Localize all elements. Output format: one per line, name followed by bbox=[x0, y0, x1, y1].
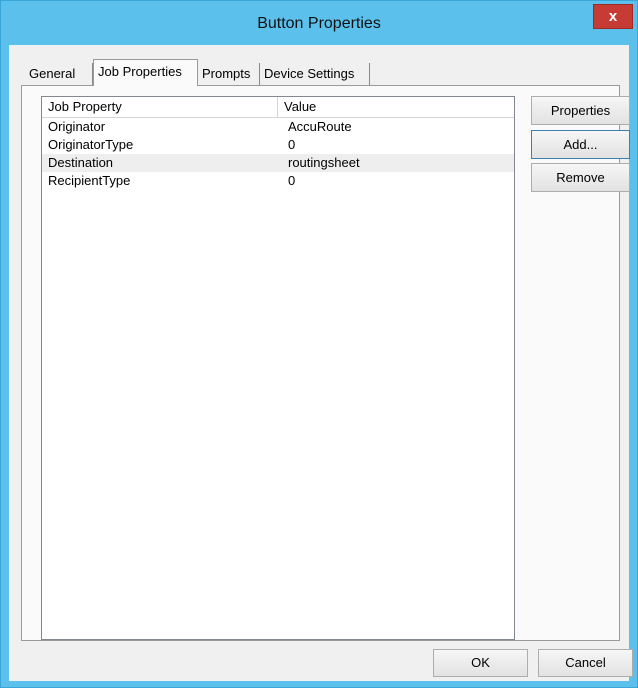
tab-prompts[interactable]: Prompts bbox=[198, 63, 260, 85]
job-properties-list[interactable]: Job Property Value Originator AccuRoute … bbox=[41, 96, 515, 640]
dialog-window: Button Properties x General Job Properti… bbox=[0, 0, 638, 688]
ok-button[interactable]: OK bbox=[433, 649, 528, 677]
dialog-client-area: General Job Properties Prompts Device Se… bbox=[9, 45, 633, 681]
tab-general[interactable]: General bbox=[25, 63, 93, 85]
close-button[interactable]: x bbox=[593, 4, 633, 29]
row-value: 0 bbox=[288, 137, 296, 152]
row-value: AccuRoute bbox=[288, 119, 352, 134]
row-property: RecipientType bbox=[48, 173, 131, 188]
properties-button[interactable]: Properties bbox=[531, 96, 630, 125]
row-property: Destination bbox=[48, 155, 114, 170]
job-properties-panel: Job Property Value Originator AccuRoute … bbox=[21, 85, 630, 641]
row-value: 0 bbox=[288, 173, 296, 188]
dialog-title: Button Properties bbox=[257, 15, 381, 32]
tab-device-settings[interactable]: Device Settings bbox=[260, 63, 370, 85]
column-header-job-property[interactable]: Job Property bbox=[42, 97, 278, 117]
row-property: OriginatorType bbox=[48, 137, 134, 152]
list-rows: Originator AccuRoute OriginatorType 0 De… bbox=[42, 118, 514, 190]
list-row-originator[interactable]: Originator AccuRoute bbox=[42, 118, 514, 136]
add-button[interactable]: Add... bbox=[531, 130, 630, 159]
cancel-button[interactable]: Cancel bbox=[538, 649, 633, 677]
list-row-destination[interactable]: Destination routingsheet bbox=[42, 154, 514, 172]
close-icon: x bbox=[608, 8, 618, 25]
column-header-value[interactable]: Value bbox=[278, 97, 514, 117]
title-bar[interactable]: Button Properties x bbox=[1, 1, 637, 45]
list-row-recipient-type[interactable]: RecipientType 0 bbox=[42, 172, 514, 190]
list-row-originator-type[interactable]: OriginatorType 0 bbox=[42, 136, 514, 154]
row-property: Originator bbox=[48, 119, 106, 134]
list-header: Job Property Value bbox=[42, 97, 514, 118]
remove-button[interactable]: Remove bbox=[531, 163, 630, 192]
tab-job-properties[interactable]: Job Properties bbox=[93, 59, 198, 86]
row-value: routingsheet bbox=[288, 155, 360, 170]
